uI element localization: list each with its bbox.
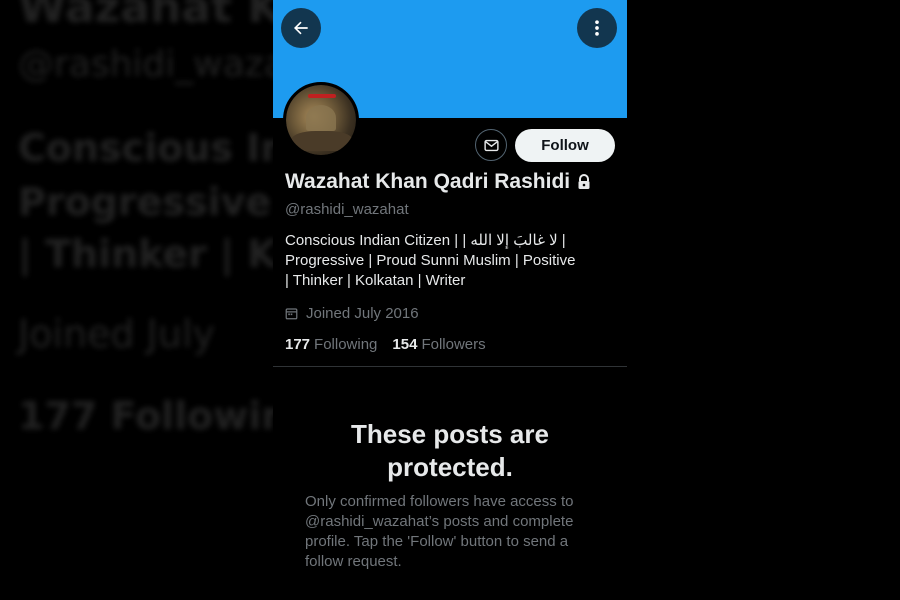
bio-line: Progressive | Proud Sunni Muslim | Posit… xyxy=(285,252,576,269)
back-arrow-icon xyxy=(294,21,308,35)
profile-bio: Conscious Indian Citizen | | لا غالبَ إل… xyxy=(285,231,605,291)
avatar-image xyxy=(286,85,356,155)
joined-text: Joined July 2016 xyxy=(306,305,419,322)
followers-count: 154 xyxy=(392,336,418,353)
more-options-button[interactable] xyxy=(577,8,617,48)
following-count: 177 xyxy=(285,336,311,353)
divider xyxy=(273,366,627,367)
bg-echo-handle: @rashidi_waza xyxy=(18,44,286,85)
protected-text-line: Only confirmed followers have access to xyxy=(305,493,574,510)
protected-text-line: follow request. xyxy=(305,553,402,570)
message-button[interactable] xyxy=(475,129,507,161)
protected-description: Only confirmed followers have access to … xyxy=(305,492,605,572)
more-vertical-icon xyxy=(595,20,599,36)
bio-line: | Thinker | Kolkatan | Writer xyxy=(285,272,466,289)
mail-icon xyxy=(483,139,499,151)
bg-echo-joined: Joined July xyxy=(18,312,216,356)
bg-echo-stats: 177 Following xyxy=(18,394,316,438)
bg-echo-name: Wazahat K xyxy=(18,0,282,33)
joined-date: Joined July 2016 xyxy=(285,305,419,322)
following-link[interactable]: 177 Following xyxy=(285,336,377,353)
avatar-rubble-shape xyxy=(292,131,352,151)
bio-line: Conscious Indian Citizen | | لا غالبَ إل… xyxy=(285,232,566,249)
profile-name-row: Wazahat Khan Qadri Rashidi xyxy=(285,170,591,194)
avatar-dome-shape xyxy=(306,105,336,131)
calendar-icon xyxy=(285,308,298,320)
protected-text-line: @rashidi_wazahat’s posts and complete xyxy=(305,513,574,530)
back-button[interactable] xyxy=(281,8,321,48)
lock-icon xyxy=(577,174,591,190)
follow-button[interactable]: Follow xyxy=(515,129,615,162)
profile-handle: @rashidi_wazahat xyxy=(285,201,409,218)
avatar-caption-mark xyxy=(308,94,336,98)
profile-name: Wazahat Khan Qadri Rashidi xyxy=(285,170,571,193)
followers-label: Followers xyxy=(421,336,486,353)
followers-link[interactable]: 154 Followers xyxy=(392,336,485,353)
profile-screen: Follow Wazahat Khan Qadri Rashidi @rashi… xyxy=(273,0,627,600)
following-label: Following xyxy=(314,336,378,353)
avatar[interactable] xyxy=(283,82,359,158)
protected-text-line: profile. Tap the 'Follow' button to send… xyxy=(305,533,569,550)
protected-title-line: These posts are xyxy=(351,419,549,449)
protected-title-line: protected. xyxy=(387,452,513,482)
follow-stats: 177 Following 154 Followers xyxy=(285,336,501,353)
protected-title: These posts are protected. xyxy=(273,418,627,484)
